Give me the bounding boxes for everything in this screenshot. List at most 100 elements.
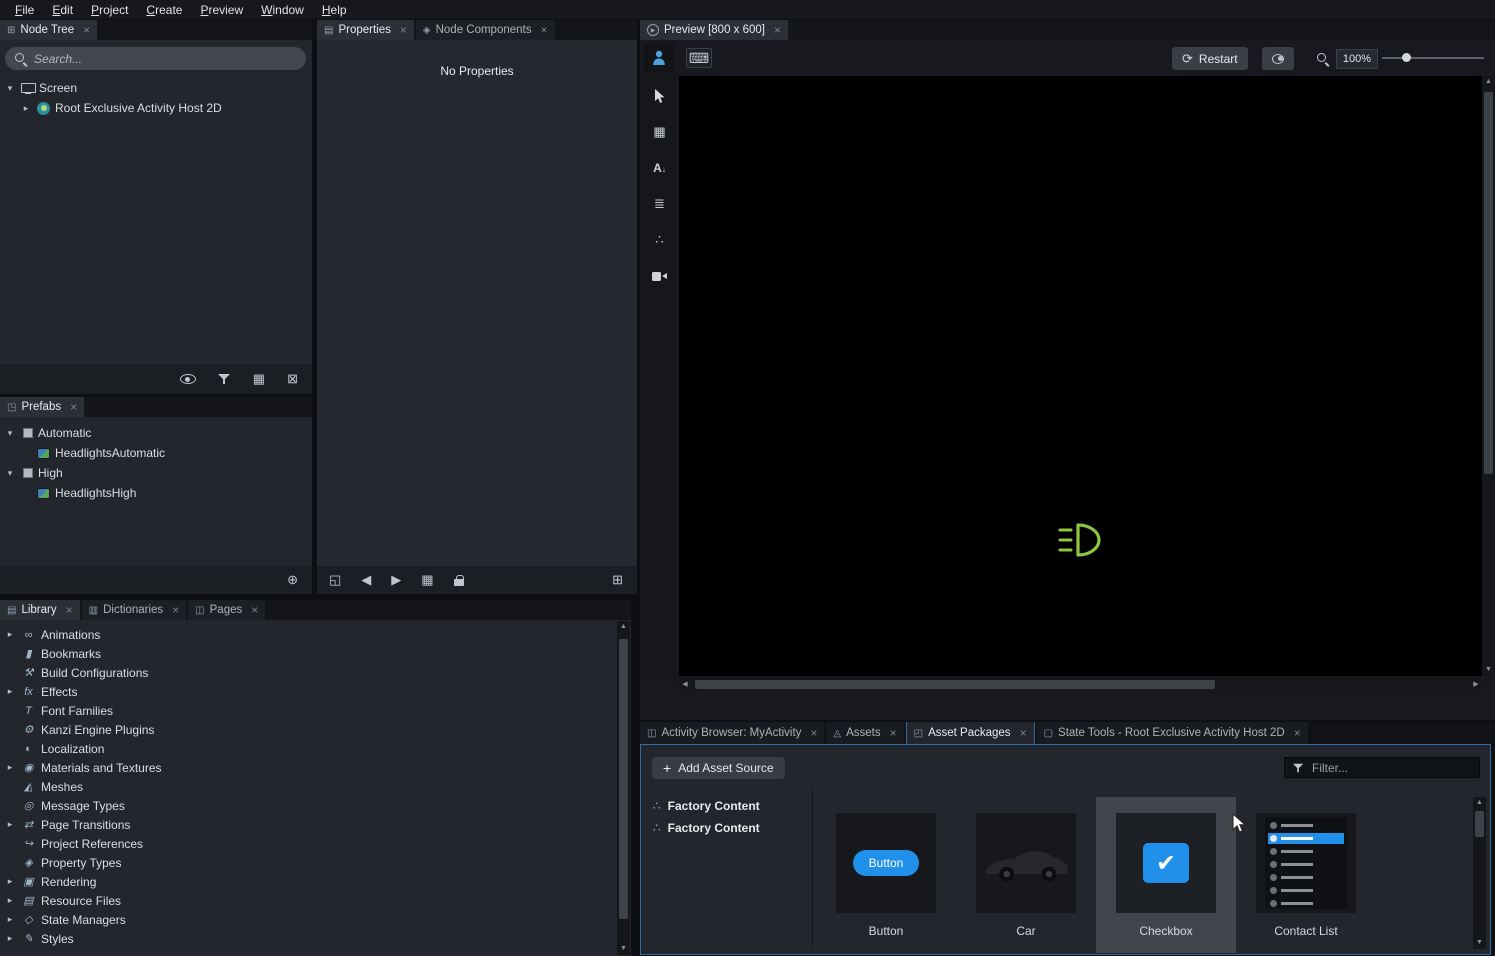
tree-item-high[interactable]: ▾High [0,463,312,483]
text-tool[interactable]: A↓ [645,156,675,180]
interact-tool-button[interactable] [644,43,674,73]
asset-grid-scrollbar[interactable]: ▲ ▼ [1473,797,1486,949]
library-item-meshes[interactable]: ◭Meshes [0,777,610,796]
menu-preview[interactable]: Preview [191,2,252,18]
library-item-bookmarks[interactable]: ▮Bookmarks [0,644,610,663]
tree-item-screen[interactable]: ▾Screen [0,78,312,98]
asset-source-1[interactable]: ∴Factory Content [647,817,809,839]
vertical-scrollbar[interactable]: ▲ ▼ [1482,76,1495,676]
visibility-toggle-icon[interactable] [180,374,196,384]
library-item-effects[interactable]: ▸fxEffects [0,682,610,701]
tab-node-tree[interactable]: ⊞ Node Tree × [0,20,97,40]
close-icon[interactable]: × [70,400,77,414]
library-item-project-references[interactable]: ↪Project References [0,834,610,853]
tree-item-headlightshigh[interactable]: HeadlightsHigh [0,483,312,503]
close-icon[interactable]: × [810,726,817,740]
layers-tool[interactable]: ≣ [645,192,675,216]
tab-dictionaries[interactable]: ▥Dictionaries× [82,600,187,620]
scrollbar-thumb[interactable] [695,680,1215,689]
scrollbar-track[interactable] [1475,809,1484,937]
scrollbar-track[interactable] [619,633,628,943]
add-property-icon[interactable]: ⊞ [612,572,623,588]
menu-file[interactable]: File [6,2,43,18]
scroll-up-icon[interactable]: ▲ [1485,76,1492,88]
node-tree-search[interactable] [5,47,306,70]
grid-tool[interactable]: ▦ [645,120,675,144]
add-asset-source-button[interactable]: + Add Asset Source [652,757,785,779]
asset-card-checkbox[interactable]: ✔Checkbox [1096,797,1236,953]
scrollbar-thumb[interactable] [619,639,628,919]
asset-card-car[interactable]: Car [956,797,1096,953]
grid-view-icon[interactable]: ▦ [253,371,265,387]
menu-help[interactable]: Help [313,2,356,18]
tree-item-root-exclusive-activity-host-2d[interactable]: ▸Root Exclusive Activity Host 2D [0,98,312,118]
close-icon[interactable]: × [774,23,781,37]
asset-source-0[interactable]: ∴Factory Content [647,795,809,817]
restart-button[interactable]: ⟳ Restart [1172,47,1248,70]
scroll-right-icon[interactable]: ▶ [1470,679,1482,691]
menu-edit[interactable]: Edit [43,2,82,18]
tab-properties[interactable]: ▤Properties× [317,20,414,40]
menu-window[interactable]: Window [252,2,313,18]
slider-thumb[interactable] [1402,53,1411,62]
library-item-build-configurations[interactable]: ⚒Build Configurations [0,663,610,682]
library-item-state-managers[interactable]: ▸◇State Managers [0,910,610,929]
connections-tool[interactable]: ∴ [645,228,675,252]
close-icon[interactable]: × [541,23,548,37]
scrollbar-thumb[interactable] [1475,811,1484,837]
tree-item-headlightsautomatic[interactable]: HeadlightsAutomatic [0,443,312,463]
library-item-kanzi-engine-plugins[interactable]: ⚙Kanzi Engine Plugins [0,720,610,739]
zoom-slider[interactable] [1382,50,1484,66]
library-item-materials-and-textures[interactable]: ▸◉Materials and Textures [0,758,610,777]
close-icon[interactable]: × [66,603,73,617]
asset-card-contact-list[interactable]: Contact List [1236,797,1376,953]
add-prefab-icon[interactable]: ⊕ [287,572,298,588]
asset-card-button[interactable]: ButtonButton [816,797,956,953]
library-item-animations[interactable]: ▸∞Animations [0,625,610,644]
tab-asset-packages[interactable]: ◰Asset Packages× [906,722,1035,744]
tab-node-components[interactable]: ◈Node Components× [416,20,555,40]
close-icon[interactable]: × [172,603,179,617]
tab-state-tools-root-exclusive-activity-host-2d[interactable]: ▢State Tools - Root Exclusive Activity H… [1037,722,1308,744]
close-icon[interactable]: × [83,23,90,37]
detach-view-icon[interactable]: ⊠ [287,371,298,387]
library-item-font-families[interactable]: TFont Families [0,701,610,720]
scrollbar-thumb[interactable] [1484,92,1493,474]
preview-canvas[interactable] [679,76,1482,676]
scroll-up-icon[interactable]: ▲ [620,621,627,633]
menu-project[interactable]: Project [82,2,137,18]
keyboard-button[interactable]: ⌨ [686,48,712,68]
forward-icon[interactable]: ▶ [391,572,401,588]
snapshot-icon[interactable]: ▦ [421,572,433,588]
library-item-property-types[interactable]: ◈Property Types [0,853,610,872]
filter-input[interactable] [1312,761,1472,775]
scroll-down-icon[interactable]: ▼ [620,943,627,955]
library-item-message-types[interactable]: ◎Message Types [0,796,610,815]
tab-preview[interactable]: ▶ Preview [800 x 600] × [640,20,788,40]
visibility-button[interactable] [1262,47,1294,70]
tab-assets[interactable]: ◬Assets× [826,722,903,744]
library-item-resource-files[interactable]: ▸▤Resource Files [0,891,610,910]
library-item-styles[interactable]: ▸✎Styles [0,929,610,948]
close-icon[interactable]: × [890,726,897,740]
search-input[interactable] [34,52,297,66]
lock-icon[interactable] [454,575,464,586]
tab-library[interactable]: ▤Library× [0,600,80,620]
fit-view-icon[interactable]: ◱ [329,572,341,588]
tab-prefabs[interactable]: ◳ Prefabs × [0,397,84,417]
library-item-page-transitions[interactable]: ▸⇄Page Transitions [0,815,610,834]
select-tool[interactable] [645,84,675,108]
scroll-up-icon[interactable]: ▲ [1476,797,1483,809]
camera-tool[interactable] [645,264,675,288]
tree-item-automatic[interactable]: ▾Automatic [0,423,312,443]
menu-create[interactable]: Create [137,2,191,18]
tab-pages[interactable]: ◫Pages× [188,600,265,620]
scrollbar-track[interactable] [1484,88,1493,664]
close-icon[interactable]: × [400,23,407,37]
close-icon[interactable]: × [251,603,258,617]
library-scrollbar[interactable]: ▲ ▼ [617,621,630,955]
library-item-localization[interactable]: ◐Localization [0,739,610,758]
close-icon[interactable]: × [1020,726,1027,740]
filter-icon[interactable] [218,373,231,385]
back-icon[interactable]: ◀ [361,572,371,588]
